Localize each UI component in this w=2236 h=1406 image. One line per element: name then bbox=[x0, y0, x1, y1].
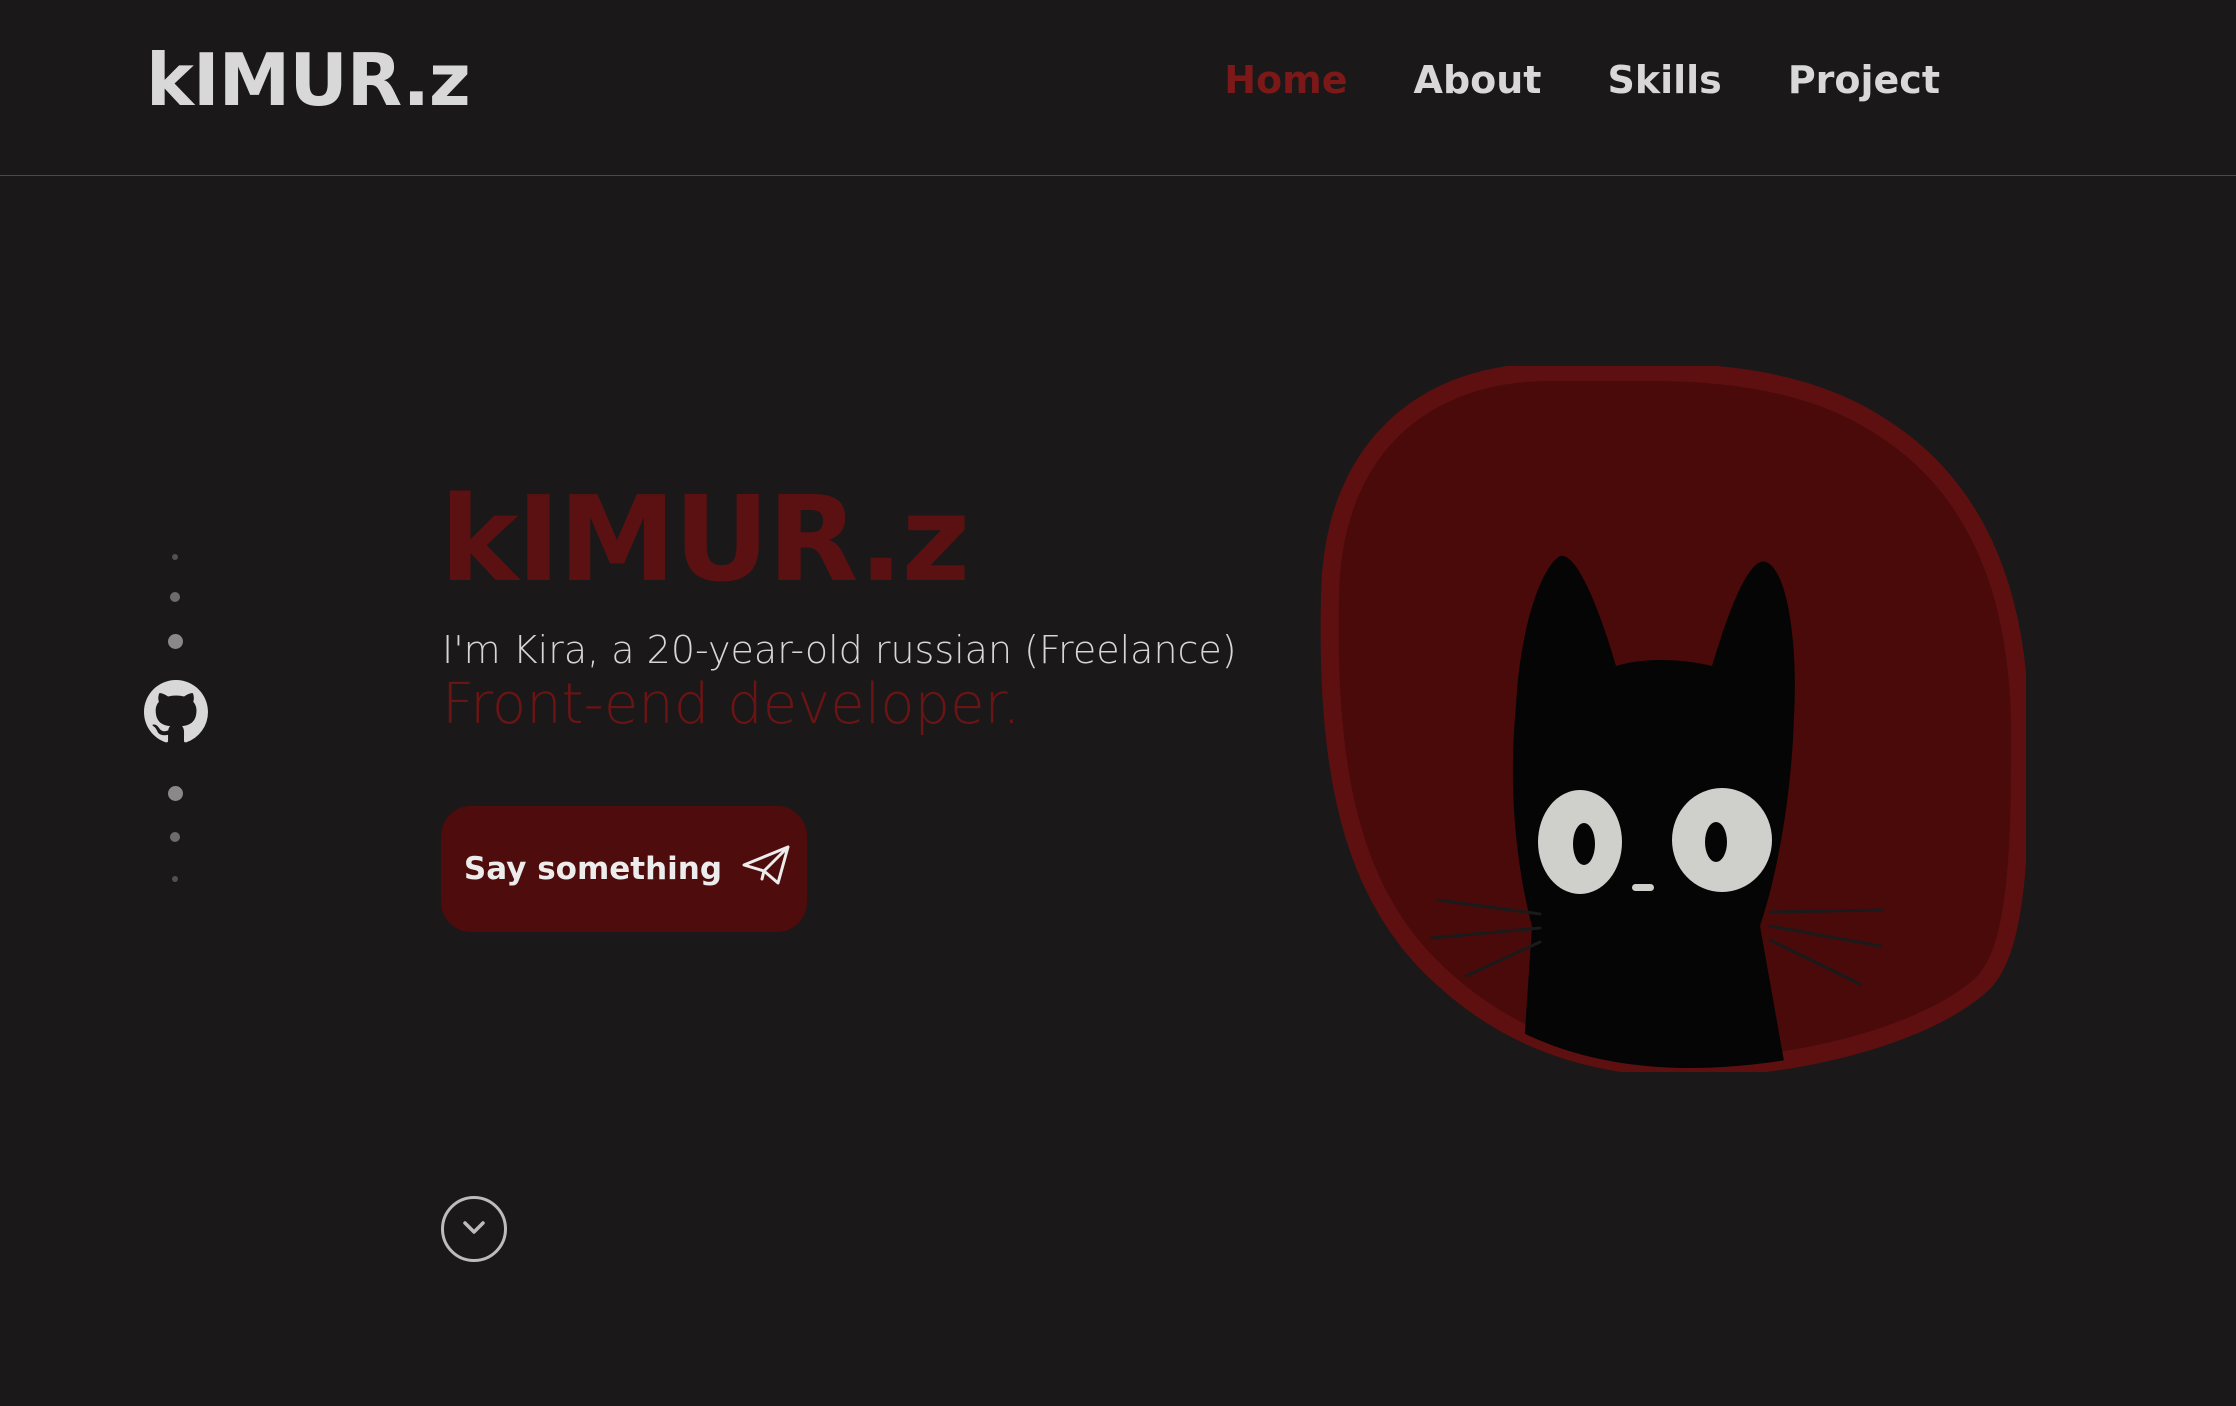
nav-home[interactable]: Home bbox=[1224, 58, 1347, 102]
paper-plane-icon bbox=[740, 839, 792, 899]
github-icon[interactable] bbox=[144, 680, 208, 744]
decor-dot bbox=[172, 876, 178, 882]
decor-dot bbox=[170, 832, 180, 842]
scroll-down-button[interactable] bbox=[441, 1196, 507, 1262]
chevron-down-icon bbox=[459, 1212, 489, 1246]
avatar bbox=[1320, 363, 2030, 1078]
social-links bbox=[144, 548, 208, 888]
decor-dot bbox=[172, 554, 178, 560]
site-logo[interactable]: kIMUR.z bbox=[146, 38, 471, 122]
nav-project[interactable]: Project bbox=[1788, 58, 1940, 102]
hero-role: Front-end developer. bbox=[442, 672, 1021, 737]
nav-about[interactable]: About bbox=[1414, 58, 1542, 102]
main-nav: Home About Skills Project bbox=[1224, 58, 1940, 102]
say-something-label: Say something bbox=[463, 851, 723, 887]
nav-skills[interactable]: Skills bbox=[1607, 58, 1721, 102]
hero-intro: I'm Kira, a 20-year-old russian (Freelan… bbox=[442, 628, 1237, 672]
decor-dot bbox=[168, 634, 183, 649]
decor-dot bbox=[168, 786, 183, 801]
site-header: kIMUR.z Home About Skills Project bbox=[0, 0, 2236, 176]
decor-dot bbox=[170, 592, 180, 602]
say-something-button[interactable]: Say something bbox=[441, 806, 807, 932]
black-cat-avatar bbox=[1320, 363, 2030, 1078]
hero-name: kIMUR.z bbox=[440, 470, 970, 608]
